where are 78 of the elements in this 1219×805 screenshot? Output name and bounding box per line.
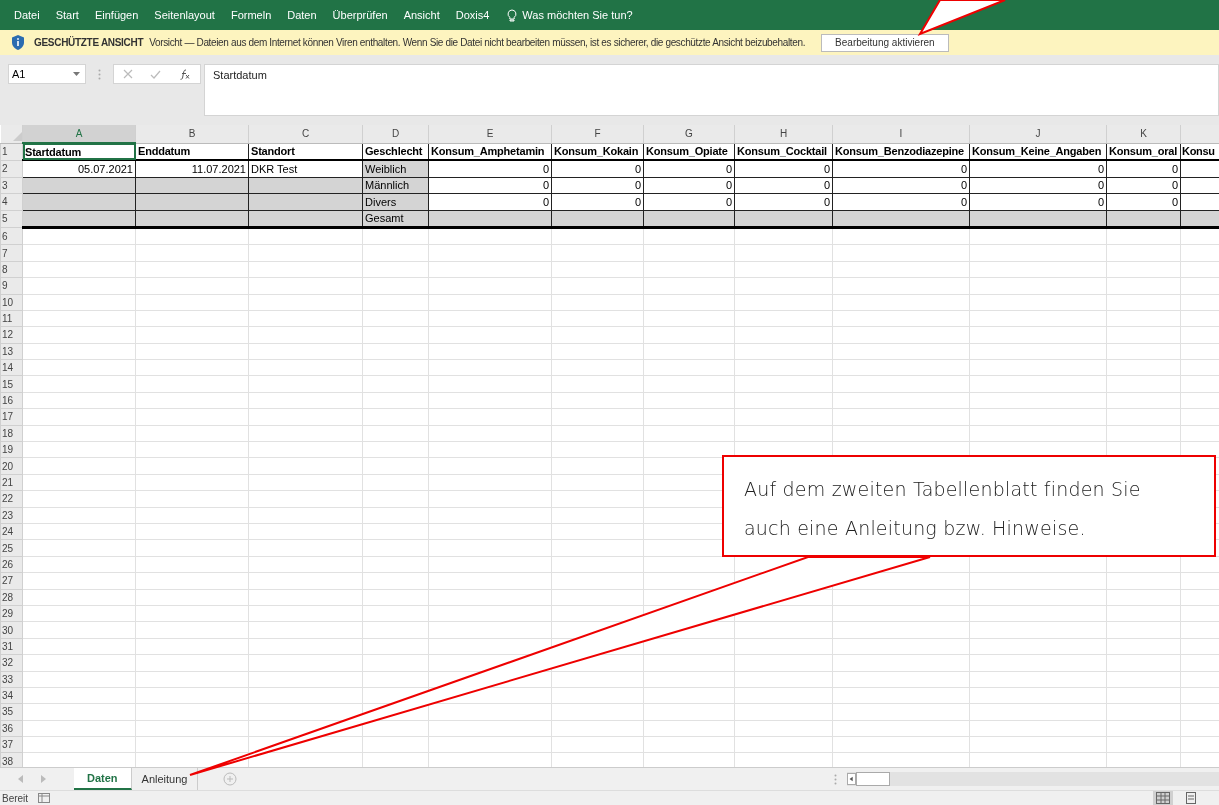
table-cell: 0 <box>643 160 735 178</box>
protected-view-title: GESCHÜTZTE ANSICHT <box>34 37 144 48</box>
table-cell: 0 <box>1106 193 1181 211</box>
table-cell: Konsum_Amphetamin <box>428 143 552 161</box>
cancel-icon[interactable] <box>122 69 133 79</box>
table-cell: 0 <box>643 177 735 194</box>
table-cell: 0 <box>734 160 833 178</box>
column-header[interactable]: E <box>428 125 552 143</box>
table-cell: 0 <box>551 193 644 211</box>
menu-item[interactable]: Datei <box>14 9 40 21</box>
column-header[interactable] <box>1180 125 1219 143</box>
table-cell: 0 <box>1106 177 1181 194</box>
protected-view-message: Vorsicht — Dateien aus dem Internet können Viren enthalten. Wenn Sie die Datei nicht bearbeiten müssen, ist es sicherer, die geschützte Ansicht beizubehalten. <box>149 37 806 48</box>
column-header[interactable]: G <box>643 125 735 143</box>
column-header[interactable]: I <box>832 125 970 143</box>
table-cell: Konsum_Cocktail <box>734 143 833 161</box>
scroll-left-icon[interactable] <box>847 773 856 785</box>
table-cell: 0 <box>1106 160 1181 178</box>
menu-item[interactable]: Formeln <box>230 9 272 21</box>
next-sheet-icon[interactable] <box>41 775 46 783</box>
column-header[interactable]: D <box>362 125 429 143</box>
previous-sheet-icon[interactable] <box>18 775 23 783</box>
table-cell: 05.07.2021 <box>22 160 136 178</box>
horizontal-scrollbar[interactable] <box>847 772 1219 786</box>
table-cell: Startdatum <box>22 143 136 161</box>
scrollbar-thumb[interactable] <box>856 772 890 786</box>
column-header[interactable]: C <box>248 125 363 143</box>
menu-item[interactable]: Daten <box>287 9 317 21</box>
table-cell: Konsum_Benzodiazepine <box>832 143 970 161</box>
table-cell: 0 <box>832 160 970 178</box>
menu-item[interactable]: Start <box>55 9 79 21</box>
table-cell: 0 <box>428 160 552 178</box>
table-cell: DKR Test <box>248 160 363 178</box>
table-cell: 0 <box>969 193 1107 211</box>
menu-item[interactable]: Einfügen <box>94 9 139 21</box>
name-box[interactable]: A1 <box>8 64 86 84</box>
menu-item[interactable]: Überprüfen <box>332 9 388 21</box>
table-cell: Konsum_oral <box>1106 143 1181 161</box>
menu-item[interactable]: Ansicht <box>403 9 440 21</box>
table-cell: 0 <box>969 160 1107 178</box>
normal-view-icon[interactable] <box>1153 791 1173 805</box>
status-text: Bereit <box>2 792 29 804</box>
table-cell: 0 <box>551 160 644 178</box>
menu-item[interactable]: Seitenlayout <box>154 9 215 21</box>
callout-note: Auf dem zweiten Tabellenblatt finden Sie auch eine Anleitung bzw. Hinweise. <box>722 455 1216 557</box>
info-shield-icon <box>10 34 26 51</box>
check-icon[interactable] <box>150 69 162 79</box>
macro-record-icon[interactable] <box>38 793 51 803</box>
lightbulb-icon <box>507 8 518 22</box>
page-layout-icon[interactable] <box>1183 791 1199 805</box>
table-cell: Konsum_Opiate <box>643 143 735 161</box>
table-cell: 0 <box>643 193 735 211</box>
table-cell: Konsum_Kokain <box>551 143 644 161</box>
table-cell: 11.07.2021 <box>135 160 249 178</box>
column-header[interactable]: K <box>1106 125 1181 143</box>
column-header[interactable]: B <box>135 125 249 143</box>
add-sheet-icon[interactable] <box>223 772 238 786</box>
table-cell: Standort <box>248 143 363 161</box>
tell-me-field[interactable]: Was möchten Sie tun? <box>522 9 633 21</box>
enable-editing-button[interactable]: Bearbeitung aktivieren <box>821 33 949 52</box>
table-cell: 0 <box>734 193 833 211</box>
column-header[interactable]: F <box>551 125 644 143</box>
table-cell: 0 <box>832 177 970 194</box>
menu-item[interactable]: Doxis4 <box>455 9 490 21</box>
column-header[interactable]: A <box>22 125 136 143</box>
column-header[interactable]: J <box>969 125 1107 143</box>
table-cell: 0 <box>428 193 552 211</box>
table-cell: 0 <box>969 177 1107 194</box>
function-icon[interactable] <box>179 68 192 80</box>
table-cell: 0 <box>551 177 644 194</box>
formula-field[interactable]: Startdatum <box>204 64 1219 116</box>
table-cell: 0 <box>734 177 833 194</box>
sheet-tab[interactable]: Daten <box>74 768 132 790</box>
table-cell: 0 <box>428 177 552 194</box>
column-header[interactable]: H <box>734 125 833 143</box>
table-cell: Konsum_Keine_Angaben <box>969 143 1107 161</box>
table-cell: 0 <box>832 193 970 211</box>
table-cell: Enddatum <box>135 143 249 161</box>
